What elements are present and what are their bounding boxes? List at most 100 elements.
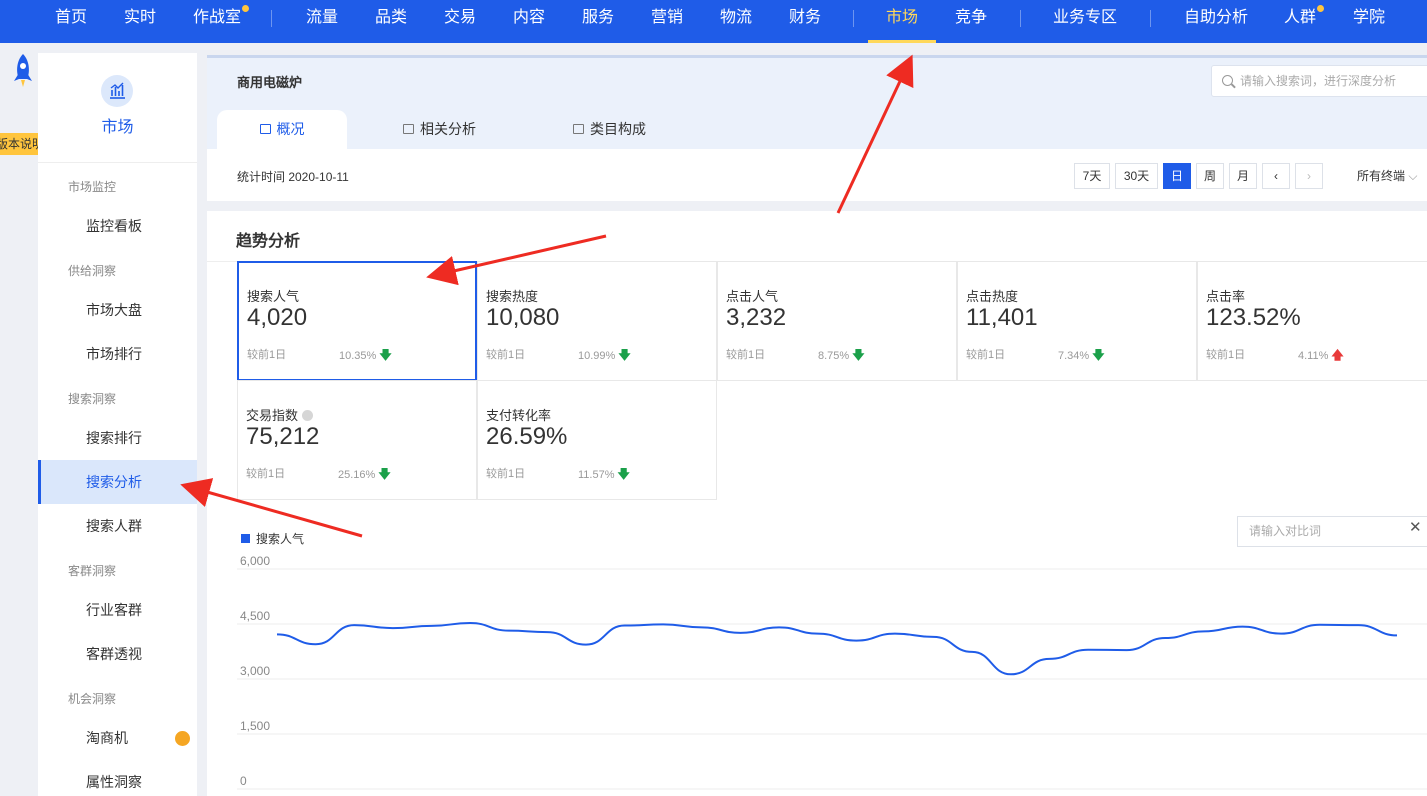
metric-value: 75,212 [246,423,320,450]
arrow-up-icon: 🡅 [1331,348,1344,362]
nav-item-7[interactable]: 服务 [582,0,614,43]
next-date-button[interactable]: › [1295,163,1323,189]
period-month-button[interactable]: 月 [1229,163,1257,189]
arrow-down-icon: 🡇 [378,467,391,481]
period-7d-button[interactable]: 7天 [1074,163,1110,189]
metric-value: 3,232 [726,304,787,331]
metric-card[interactable]: 支付转化率 26.59% 较前1日 11.57% 🡇 [477,380,717,500]
legend-label: 搜索人气 [256,532,305,546]
chevron-right-icon: › [1307,169,1311,183]
sidebar-item-market-overview[interactable]: 市场大盘 [38,288,197,332]
top-navigation: 首页 实时 作战室 流量 品类 交易 内容 服务 营销 物流 财务 市场 竞争 业务专区 自助分析 人群 学院 [0,0,1427,43]
sidebar-group-customer-insight: 客群洞察 [68,564,117,578]
nav-item-8[interactable]: 营销 [651,0,683,43]
metric-card[interactable]: 点击率 123.52% 较前1日 4.11% 🡅 [1197,261,1427,381]
metric-value: 123.52% [1206,304,1301,331]
header-top: 商用电磁炉 请输入搜索词，进行深度分析 概况 相关分析 类目构成 [207,55,1427,152]
terminal-label: 所有终端 [1357,169,1406,183]
nav-item-12[interactable]: 竞争 [955,0,987,43]
keyword-header-panel: 商用电磁炉 请输入搜索词，进行深度分析 概况 相关分析 类目构成 统计时间 20… [207,55,1427,201]
metric-change: 10.35% 🡇 [339,346,392,367]
sidebar-title: 市场 [101,119,134,136]
y-tick-label: 1,500 [240,719,270,733]
sidebar-item-customer-perspective[interactable]: 客群透视 [38,632,197,676]
close-icon[interactable]: ✕ [1409,518,1422,536]
notification-dot [1317,5,1324,12]
period-day-button[interactable]: 日 [1163,163,1191,189]
tab-label: 类目构成 [590,121,646,137]
bag-icon [259,124,271,134]
terminal-select[interactable]: 所有终端 ⌵ [1357,167,1417,184]
sidebar-item-search-crowd[interactable]: 搜索人群 [38,504,197,548]
sidebar-item-industry-customers[interactable]: 行业客群 [38,588,197,632]
metric-compare-label: 较前1日 [966,349,1006,361]
prev-date-button[interactable]: ‹ [1262,163,1290,189]
nav-item-16[interactable]: 学院 [1353,0,1385,43]
tab-overview[interactable]: 概况 [217,110,347,152]
tab-category-composition[interactable]: 类目构成 [573,110,646,152]
nav-item-13[interactable]: 业务专区 [1053,0,1117,43]
sidebar-item-search-ranking[interactable]: 搜索排行 [38,416,197,460]
nav-item-14[interactable]: 自助分析 [1184,0,1248,43]
nav-item-2[interactable]: 作战室 [193,0,241,43]
sidebar-item-market-ranking[interactable]: 市场排行 [38,332,197,376]
metric-change: 10.99% 🡇 [578,346,631,367]
y-tick-label: 4,500 [240,609,270,623]
metric-card[interactable]: 搜索人气 4,020 较前1日 10.35% 🡇 [237,261,477,381]
metric-name: 点击人气 [726,289,779,304]
y-tick-label: 3,000 [240,664,270,678]
bag-icon [403,124,414,134]
legend-swatch [241,534,250,543]
metric-compare-label: 较前1日 [247,349,287,361]
sidebar-item-monitor-board[interactable]: 监控看板 [38,204,197,248]
trend-title: 趋势分析 [236,233,301,250]
nav-item-4[interactable]: 品类 [375,0,407,43]
left-rail: 版本说明 [0,43,50,796]
sidebar-item-business-opportunity[interactable]: 淘商机 [38,716,197,760]
info-icon[interactable] [302,410,314,421]
metric-change: 25.16% 🡇 [338,465,391,486]
metric-change: 8.75% 🡇 [818,346,865,367]
metric-compare-label: 较前1日 [246,468,286,480]
nav-separator [853,10,854,27]
search-placeholder: 请输入搜索词，进行深度分析 [1240,74,1397,88]
metric-card[interactable]: 交易指数 75,212 较前1日 25.16% 🡇 [237,380,477,500]
compare-word-input[interactable]: 请输入对比词 [1237,516,1427,547]
nav-item-11[interactable]: 市场 [867,0,937,43]
nav-item-0[interactable]: 首页 [55,0,87,43]
metric-name: 点击率 [1206,289,1246,304]
search-icon [1222,75,1233,86]
metric-name: 点击热度 [966,289,1019,304]
metric-card[interactable]: 点击人气 3,232 较前1日 8.75% 🡇 [717,261,957,381]
nav-item-1[interactable]: 实时 [124,0,156,43]
rocket-icon[interactable] [10,53,36,89]
trend-line-chart: 6,000 4,500 3,000 1,500 0 [237,554,1427,790]
nav-item-9[interactable]: 物流 [720,0,752,43]
nav-item-15[interactable]: 人群 [1284,0,1316,43]
sidebar-item-label: 淘商机 [86,730,128,746]
nav-item-3[interactable]: 流量 [306,0,338,43]
stat-date: 统计时间 2020-10-11 [237,170,349,184]
tab-label: 概况 [276,121,305,137]
metric-value: 26.59% [486,423,568,450]
nav-separator [1020,10,1021,27]
metric-change: 4.11% 🡅 [1298,346,1344,367]
nav-item-5[interactable]: 交易 [444,0,476,43]
sidebar-header: 市场 [38,53,197,163]
nav-item-10[interactable]: 财务 [789,0,821,43]
nav-separator [271,10,272,27]
metric-compare-label: 较前1日 [486,349,526,361]
keyword-title: 商用电磁炉 [237,75,303,90]
metric-card[interactable]: 搜索热度 10,080 较前1日 10.99% 🡇 [477,261,717,381]
metric-card[interactable]: 点击热度 11,401 较前1日 7.34% 🡇 [957,261,1197,381]
metric-value: 11,401 [966,304,1038,331]
period-30d-button[interactable]: 30天 [1115,163,1158,189]
nav-item-6[interactable]: 内容 [513,0,545,43]
keyword-search-input[interactable]: 请输入搜索词，进行深度分析 [1211,65,1427,97]
chart-legend[interactable]: 搜索人气 [241,530,304,547]
market-chart-icon [101,75,133,107]
tab-related-analysis[interactable]: 相关分析 [403,110,476,152]
sidebar-item-search-analysis[interactable]: 搜索分析 [38,460,197,504]
sidebar-item-attribute-insight[interactable]: 属性洞察 [38,760,197,796]
period-week-button[interactable]: 周 [1196,163,1224,189]
